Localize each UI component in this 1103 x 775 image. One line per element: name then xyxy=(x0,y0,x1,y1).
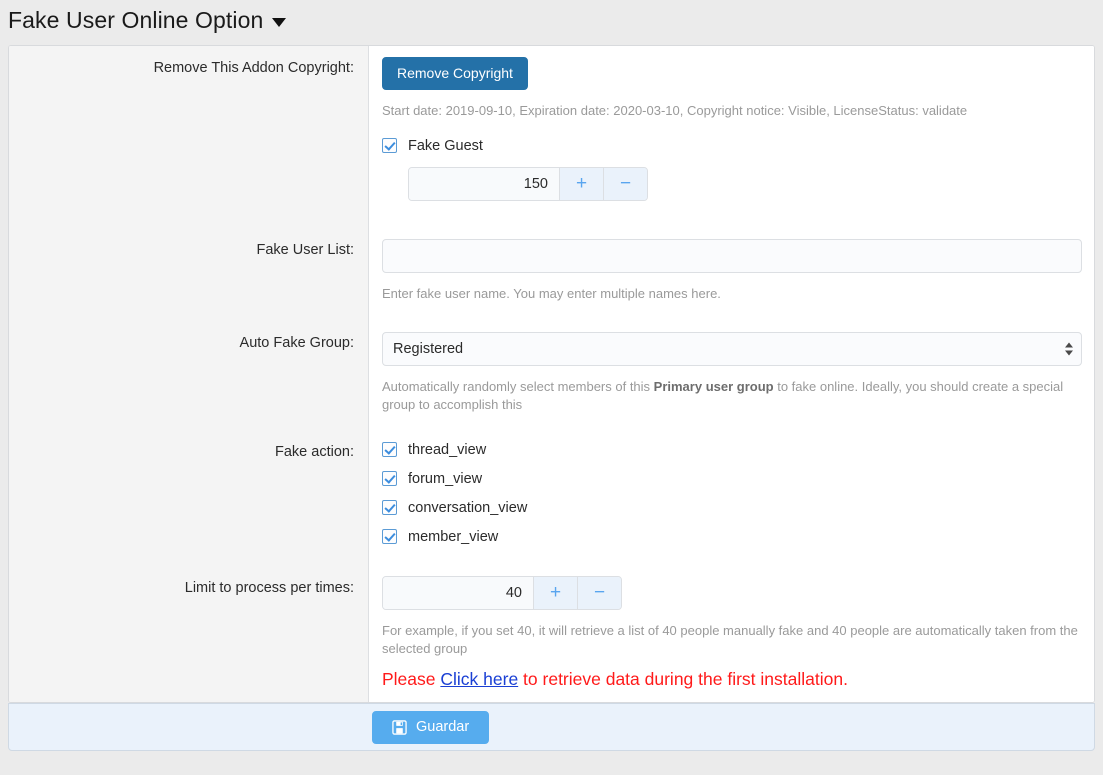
row-label-fake-user-list: Fake User List: xyxy=(9,223,369,317)
row-fake-action: Fake action: thread_view forum_view conv… xyxy=(9,427,1094,561)
row-limit-per-times: Limit to process per times: + − For exam… xyxy=(9,560,1094,703)
row-label-remove-copyright: Remove This Addon Copyright: xyxy=(9,46,369,224)
chevron-down-icon[interactable] xyxy=(272,17,287,27)
fake-action-checkbox-conversation-view[interactable] xyxy=(382,500,397,516)
auto-fake-group-hint: Automatically randomly select members of… xyxy=(382,378,1082,414)
fake-action-checkbox-thread-view[interactable] xyxy=(382,442,397,458)
row-auto-fake-group: Auto Fake Group: Registered Automaticall… xyxy=(9,316,1094,428)
limit-input[interactable] xyxy=(383,576,533,609)
fake-action-label-conversation-view: conversation_view xyxy=(408,499,528,516)
auto-fake-group-hint-bold: Primary user group xyxy=(653,378,774,394)
fake-guest-decrement-button[interactable]: − xyxy=(603,167,647,200)
row-label-fake-action: Fake action: xyxy=(9,427,369,561)
auto-fake-group-select[interactable]: Registered xyxy=(382,331,1082,366)
row-value-fake-user-list: Enter fake user name. You may enter mult… xyxy=(369,223,1094,317)
row-remove-copyright: Remove This Addon Copyright: Remove Copy… xyxy=(9,46,1094,224)
first-install-notice: Please Click here to retrieve data durin… xyxy=(382,658,1082,697)
fake-action-label-member-view: member_view xyxy=(408,528,499,545)
fake-guest-checkbox[interactable] xyxy=(382,138,397,154)
fake-action-item-member-view[interactable]: member_view xyxy=(382,529,1082,545)
auto-fake-group-selected-value: Registered xyxy=(393,340,464,357)
row-value-auto-fake-group: Registered Automatically randomly select… xyxy=(369,316,1094,428)
fake-guest-stepper[interactable]: + − xyxy=(408,166,648,201)
row-fake-user-list: Fake User List: Enter fake user name. Yo… xyxy=(9,223,1094,317)
form-rows: Remove This Addon Copyright: Remove Copy… xyxy=(9,46,1094,703)
limit-stepper[interactable]: + − xyxy=(382,575,622,610)
save-floppy-icon xyxy=(392,720,407,735)
page-header: Fake User Online Option xyxy=(0,0,1103,40)
fake-guest-label: Fake Guest xyxy=(408,137,483,154)
page-title: Fake User Online Option xyxy=(8,6,264,33)
remove-copyright-button[interactable]: Remove Copyright xyxy=(382,57,528,90)
save-button-label: Guardar xyxy=(416,719,470,736)
limit-decrement-button[interactable]: − xyxy=(577,576,621,609)
fake-guest-input[interactable] xyxy=(409,167,559,200)
row-label-auto-fake-group: Auto Fake Group: xyxy=(9,316,369,428)
row-value-limit-per-times: + − For example, if you set 40, it will … xyxy=(369,560,1094,703)
auto-fake-group-hint-before: Automatically randomly select members of… xyxy=(382,378,654,394)
fake-user-list-input[interactable] xyxy=(382,238,1082,273)
limit-hint: For example, if you set 40, it will retr… xyxy=(382,622,1078,656)
row-value-remove-copyright: Remove Copyright Start date: 2019-09-10,… xyxy=(369,46,1094,224)
form-footer: Guardar xyxy=(8,703,1095,752)
fake-user-list-hint: Enter fake user name. You may enter mult… xyxy=(382,285,721,301)
notice-text-after: to retrieve data during the first instal… xyxy=(518,668,848,689)
fake-guest-checkbox-row[interactable]: Fake Guest xyxy=(382,138,1082,154)
row-value-fake-action: thread_view forum_view conversation_view… xyxy=(369,427,1094,561)
fake-action-item-thread-view[interactable]: thread_view xyxy=(382,442,1082,458)
fake-action-item-conversation-view[interactable]: conversation_view xyxy=(382,500,1082,516)
options-form-panel: Remove This Addon Copyright: Remove Copy… xyxy=(8,45,1095,704)
fake-action-label-thread-view: thread_view xyxy=(408,441,487,458)
fake-action-label-forum-view: forum_view xyxy=(408,470,483,487)
save-button[interactable]: Guardar xyxy=(372,710,490,744)
limit-increment-button[interactable]: + xyxy=(533,576,577,609)
row-label-limit-per-times: Limit to process per times: xyxy=(9,560,369,703)
notice-text-before: Please xyxy=(382,668,441,689)
fake-action-item-forum-view[interactable]: forum_view xyxy=(382,471,1082,487)
fake-guest-increment-button[interactable]: + xyxy=(559,167,603,200)
retrieve-data-link[interactable]: Click here xyxy=(440,669,518,689)
fake-action-checkbox-member-view[interactable] xyxy=(382,529,397,545)
license-status-text: Start date: 2019-09-10, Expiration date:… xyxy=(382,103,968,118)
fake-action-checkbox-forum-view[interactable] xyxy=(382,471,397,487)
auto-fake-group-select-wrap[interactable]: Registered xyxy=(382,331,1082,366)
